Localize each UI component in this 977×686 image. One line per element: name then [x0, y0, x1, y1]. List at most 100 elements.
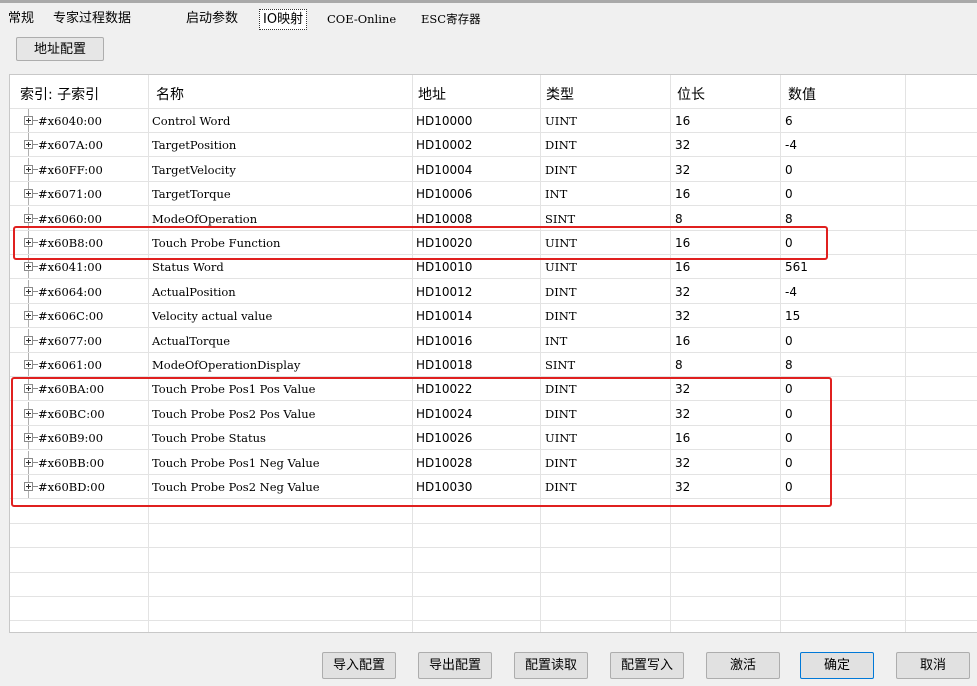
expand-plus-icon[interactable] — [24, 189, 33, 199]
write-config-button[interactable]: 配置写入 — [610, 652, 684, 679]
cell-bit-length: 32 — [675, 309, 691, 324]
index-text: #x60BB:00 — [38, 455, 105, 470]
cancel-button[interactable]: 取消 — [896, 652, 970, 679]
expand-plus-icon[interactable] — [24, 457, 33, 467]
cell-value: 0 — [785, 333, 793, 348]
index-text: #x6040:00 — [38, 114, 102, 128]
index-text: #x60BD:00 — [38, 480, 105, 494]
column-header-value[interactable]: 数值 — [788, 83, 816, 107]
tree-connector — [33, 437, 38, 439]
cell-index: #x606C:00 — [24, 304, 104, 328]
cell-address: HD10024 — [416, 406, 473, 421]
column-header-address[interactable]: 地址 — [418, 83, 446, 107]
cell-value: 0 — [785, 480, 793, 494]
cell-value: 0 — [785, 455, 793, 470]
expand-plus-icon[interactable] — [24, 116, 33, 125]
read-config-button[interactable]: 配置读取 — [514, 652, 588, 679]
table-row[interactable]: #x60BC:00 Touch Probe Pos2 Pos Value HD100… — [10, 401, 977, 426]
index-text: #x60BA:00 — [38, 382, 105, 397]
cell-type: DINT — [545, 309, 577, 324]
table-row[interactable]: #x6060:00 ModeOfOperation HD10008 SINT 8 8 — [10, 206, 977, 231]
cell-value: 0 — [785, 406, 793, 421]
table-row[interactable]: #x60B9:00 Touch Probe Status HD10026 UINT 16… — [10, 426, 977, 451]
tree-connector — [33, 120, 38, 121]
expand-plus-icon[interactable] — [24, 335, 33, 345]
tree-connector — [33, 217, 38, 219]
cell-address: HD10000 — [416, 114, 473, 128]
index-text: #x6077:00 — [38, 333, 102, 348]
expand-plus-icon[interactable] — [24, 213, 33, 223]
cell-name: Status Word — [152, 260, 224, 275]
activate-button[interactable]: 激活 — [706, 652, 780, 679]
expand-plus-icon[interactable] — [24, 164, 33, 174]
tab-expert-process-data[interactable]: 专家过程数据 — [53, 8, 131, 30]
cell-name: Touch Probe Function — [152, 236, 281, 250]
table-row[interactable]: #x60BB:00 Touch Probe Pos1 Neg Value HD100… — [10, 450, 977, 475]
cell-address: HD10026 — [416, 431, 473, 446]
expand-plus-icon[interactable] — [24, 311, 33, 321]
table-row[interactable]: #x6040:00 Control Word HD10000 UINT 16 6 — [10, 109, 977, 133]
tab-esc-registers[interactable]: ESC寄存器 — [421, 8, 481, 30]
tab-coe-online[interactable]: COE-Online — [327, 8, 396, 30]
cell-value: 0 — [785, 431, 793, 446]
cell-type: DINT — [545, 406, 577, 421]
tree-connector — [33, 168, 38, 170]
column-header-index[interactable]: 索引: 子索引 — [20, 83, 99, 107]
tab-general[interactable]: 常规 — [8, 8, 34, 30]
empty-row-divider — [10, 547, 977, 549]
io-mapping-table: 索引: 子索引 名称 地址 类型 位长 数值 #x6040:00 Control … — [9, 74, 977, 633]
ok-button[interactable]: 确定 — [800, 652, 874, 679]
expand-plus-icon[interactable] — [24, 286, 33, 296]
cell-value: 6 — [785, 114, 793, 128]
expand-plus-icon[interactable] — [24, 482, 33, 491]
cell-name: TargetTorque — [152, 187, 231, 202]
expand-plus-icon[interactable] — [24, 140, 33, 150]
cell-index: #x6071:00 — [24, 182, 102, 206]
table-row[interactable]: #x6061:00 ModeOfOperationDisplay HD10018 SI… — [10, 353, 977, 377]
cell-address: HD10010 — [416, 260, 473, 275]
table-row[interactable]: #x60BD:00 Touch Probe Pos2 Neg Value HD100… — [10, 475, 977, 499]
cell-value: 8 — [785, 211, 793, 226]
table-row[interactable]: #x6071:00 TargetTorque HD10006 INT 16 0 — [10, 182, 977, 207]
index-text: #x60FF:00 — [38, 162, 103, 177]
table-row[interactable]: #x607A:00 TargetPosition HD10002 DINT 32 -4 — [10, 133, 977, 158]
table-row[interactable]: #x60B8:00 Touch Probe Function HD10020 UINT… — [10, 231, 977, 255]
index-text: #x6064:00 — [38, 284, 102, 299]
cell-value: -4 — [785, 284, 797, 299]
cell-type: DINT — [545, 382, 577, 397]
cell-index: #x6041:00 — [24, 255, 102, 279]
table-row[interactable]: #x606C:00 Velocity actual value HD10014 DIN… — [10, 304, 977, 329]
column-header-bit-length[interactable]: 位长 — [677, 83, 705, 107]
cell-value: 0 — [785, 187, 793, 202]
table-row[interactable]: #x60BA:00 Touch Probe Pos1 Pos Value HD100… — [10, 377, 977, 402]
cell-bit-length: 16 — [675, 114, 691, 128]
cell-address: HD10014 — [416, 309, 473, 324]
tab-startup-params[interactable]: 启动参数 — [186, 8, 238, 30]
cell-address: HD10004 — [416, 162, 473, 177]
expand-plus-icon[interactable] — [24, 433, 33, 443]
table-row[interactable]: #x6064:00 ActualPosition HD10012 DINT 32 -4 — [10, 279, 977, 304]
import-config-button[interactable]: 导入配置 — [322, 652, 396, 679]
table-row[interactable]: #x60FF:00 TargetVelocity HD10004 DINT 32 0 — [10, 157, 977, 182]
expand-plus-icon[interactable] — [24, 384, 33, 394]
index-text: #x606C:00 — [38, 309, 104, 324]
cell-address: HD10028 — [416, 455, 473, 470]
tree-connector — [33, 364, 38, 365]
column-header-type[interactable]: 类型 — [546, 83, 574, 107]
empty-row-divider — [10, 620, 977, 622]
cell-type: INT — [545, 187, 568, 202]
expand-plus-icon[interactable] — [24, 238, 33, 247]
column-header-name[interactable]: 名称 — [156, 83, 184, 107]
tab-io-mapping[interactable]: IO映射 — [259, 9, 308, 30]
expand-plus-icon[interactable] — [24, 262, 33, 272]
cell-type: DINT — [545, 284, 577, 299]
tree-connector — [33, 388, 38, 390]
table-row[interactable]: #x6077:00 ActualTorque HD10016 INT 16 0 — [10, 328, 977, 353]
export-config-button[interactable]: 导出配置 — [418, 652, 492, 679]
empty-row-divider — [10, 571, 977, 573]
expand-plus-icon[interactable] — [24, 360, 33, 369]
cell-value: 0 — [785, 236, 793, 250]
address-config-button[interactable]: 地址配置 — [16, 37, 104, 61]
expand-plus-icon[interactable] — [24, 408, 33, 418]
table-row[interactable]: #x6041:00 Status Word HD10010 UINT 16 561 — [10, 255, 977, 280]
